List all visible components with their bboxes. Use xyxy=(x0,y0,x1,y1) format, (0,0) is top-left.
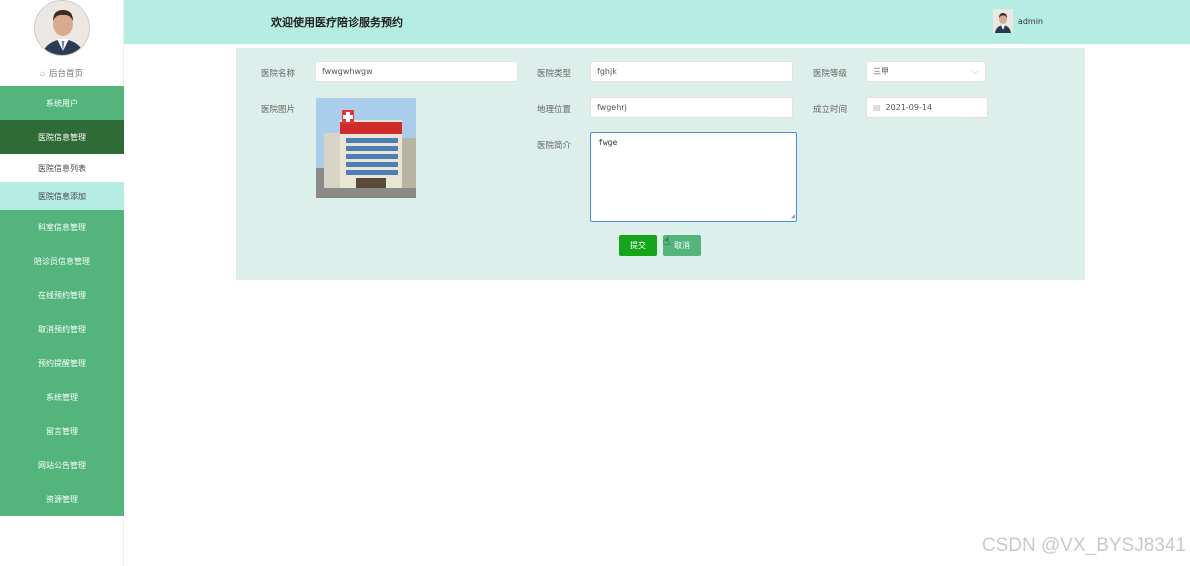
sidebar-item-online-booking[interactable]: 在线预约管理 xyxy=(0,278,124,312)
top-header: 欢迎使用医疗陪诊服务预约 admin xyxy=(124,0,1190,44)
hospital-name-input[interactable]: fwwgwhwgw xyxy=(315,61,518,82)
sidebar-subitem-hospital-list[interactable]: 医院信息列表 xyxy=(0,154,124,182)
location-input[interactable]: fwgehrj xyxy=(590,97,793,118)
intro-label: 医院简介 xyxy=(537,141,572,151)
sidebar-item-department[interactable]: 科室信息管理 xyxy=(0,210,124,244)
hospital-type-label: 医院类型 xyxy=(537,69,572,79)
user-avatar xyxy=(992,9,1013,33)
calendar-icon: ▤ xyxy=(873,103,881,112)
hospital-type-value: fghjk xyxy=(597,67,617,76)
hospital-name-value: fwwgwhwgw xyxy=(322,67,373,76)
founded-value: 2021-09-14 xyxy=(885,103,933,112)
hospital-form: 医院名称 fwwgwhwgw 医院类型 fghjk 医院等级 三甲 ⌵ 医院图片 xyxy=(236,48,1085,280)
sidebar-item-booking-reminder[interactable]: 预约提醒管理 xyxy=(0,346,124,380)
hospital-level-select[interactable]: 三甲 ⌵ xyxy=(866,61,986,82)
sidebar-item-announcements[interactable]: 网站公告管理 xyxy=(0,448,124,482)
sidebar-item-system-users[interactable]: 系统用户 xyxy=(0,86,124,120)
hand-cursor-icon: ☝ xyxy=(663,234,671,248)
sidebar-item-resources[interactable]: 资源管理 xyxy=(0,482,124,516)
home-link[interactable]: ⌂ 后台首页 xyxy=(0,60,123,86)
avatar xyxy=(34,0,90,56)
home-label: 后台首页 xyxy=(49,69,84,79)
chevron-down-icon: ⌵ xyxy=(971,67,978,76)
submit-button[interactable]: 提交 xyxy=(619,235,657,256)
sidebar-item-messages[interactable]: 留言管理 xyxy=(0,414,124,448)
hospital-image[interactable] xyxy=(316,98,416,198)
hospital-level-value: 三甲 xyxy=(873,67,889,76)
sidebar: ⌂ 后台首页 系统用户 医院信息管理 医院信息列表 医院信息添加 科室信息管理 … xyxy=(0,0,124,566)
hospital-name-label: 医院名称 xyxy=(261,69,296,79)
location-value: fwgehrj xyxy=(597,103,627,112)
resize-handle-icon[interactable]: ◢ xyxy=(791,212,795,220)
intro-textarea[interactable]: fwge ◢ xyxy=(590,132,797,222)
location-label: 地理位置 xyxy=(537,105,572,115)
sidebar-item-escort[interactable]: 陪诊员信息管理 xyxy=(0,244,124,278)
home-icon: ⌂ xyxy=(39,68,46,78)
sidebar-menu: 系统用户 医院信息管理 医院信息列表 医院信息添加 科室信息管理 陪诊员信息管理… xyxy=(0,86,124,516)
watermark: CSDN @VX_BYSJ8341 xyxy=(981,535,1186,556)
hospital-type-input[interactable]: fghjk xyxy=(590,61,793,82)
sidebar-item-system[interactable]: 系统管理 xyxy=(0,380,124,414)
intro-value: fwge xyxy=(598,138,618,147)
founded-date-input[interactable]: ▤ 2021-09-14 xyxy=(866,97,988,118)
avatar-wrap xyxy=(0,0,124,60)
sidebar-subitem-hospital-add[interactable]: 医院信息添加 xyxy=(0,182,124,210)
hospital-image-label: 医院图片 xyxy=(261,105,296,115)
user-menu[interactable]: admin xyxy=(992,9,1043,33)
sidebar-item-hospital-info[interactable]: 医院信息管理 xyxy=(0,120,124,154)
page-title: 欢迎使用医疗陪诊服务预约 xyxy=(271,16,403,29)
founded-label: 成立时间 xyxy=(813,105,848,115)
sidebar-item-cancel-booking[interactable]: 取消预约管理 xyxy=(0,312,124,346)
hospital-level-label: 医院等级 xyxy=(813,69,848,79)
username: admin xyxy=(1017,16,1043,26)
